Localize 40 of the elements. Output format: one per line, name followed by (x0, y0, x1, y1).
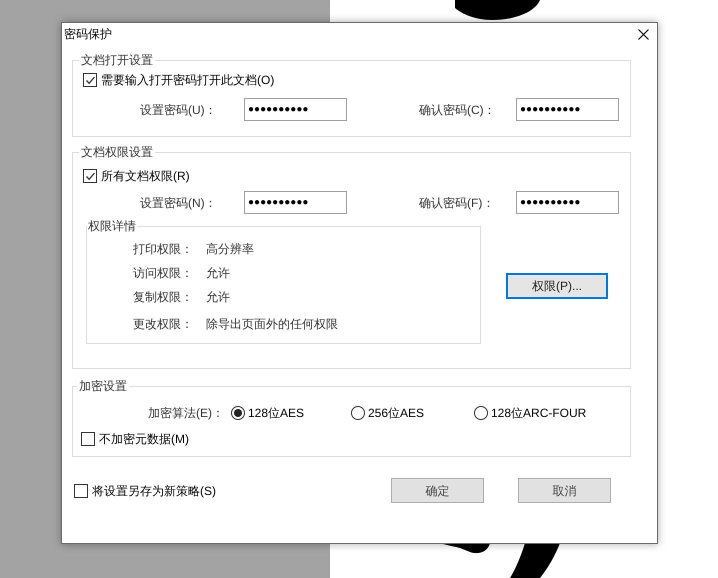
field-label: 设置密码(N)： (140, 194, 218, 212)
checkbox[interactable] (83, 169, 97, 183)
password-field[interactable]: ●●●●●●●●●● (516, 98, 619, 121)
checkbox[interactable] (83, 73, 97, 87)
group-title: 文档权限设置 (80, 144, 154, 161)
permission-label: 访问权限： (133, 265, 194, 282)
checkbox-label[interactable]: 将设置另存为新策略(S) (92, 482, 216, 500)
checkbox-label[interactable]: 不加密元数据(M) (99, 430, 189, 448)
password-field[interactable]: ●●●●●●●●●● (244, 191, 347, 214)
permission-value: 高分辨率 (206, 241, 254, 258)
radio-button[interactable] (351, 406, 365, 420)
permission-value: 除导出页面外的任何权限 (206, 316, 338, 333)
permission-label: 打印权限： (133, 241, 194, 258)
field-label: 设置密码(U)： (140, 102, 218, 118)
field-label: 加密算法(E)： (148, 405, 225, 422)
radio-label[interactable]: 128位AES (248, 404, 304, 422)
password-field[interactable]: ●●●●●●●●●● (516, 191, 619, 214)
permissions-button[interactable]: 权限(P)... (506, 272, 608, 298)
group-title: 权限详情 (87, 218, 137, 235)
permission-value: 允许 (206, 265, 230, 282)
group-title: 加密设置 (78, 378, 128, 395)
checkbox-label[interactable]: 需要输入打开密码打开此文档(O) (101, 71, 274, 89)
password-field[interactable]: ●●●●●●●●●● (244, 98, 347, 121)
checkbox[interactable] (81, 432, 95, 446)
field-label: 确认密码(F)： (419, 194, 496, 212)
cancel-button[interactable]: 取消 (518, 478, 611, 503)
close-icon[interactable] (638, 28, 649, 40)
permission-label: 复制权限： (133, 289, 194, 306)
ok-button[interactable]: 确定 (391, 478, 484, 503)
permission-value: 允许 (206, 289, 230, 306)
field-label: 确认密码(C)： (419, 102, 497, 118)
radio-button[interactable] (474, 406, 488, 420)
permission-label: 更改权限： (133, 316, 194, 333)
radio-label[interactable]: 256位AES (368, 404, 424, 422)
checkbox-label[interactable]: 所有文档权限(R) (101, 167, 190, 185)
radio-label[interactable]: 128位ARC-FOUR (491, 404, 586, 422)
radio-button[interactable] (231, 406, 245, 420)
window-title: 密码保护 (63, 26, 112, 43)
group-title: 文档打开设置 (80, 52, 154, 69)
checkbox[interactable] (74, 484, 88, 498)
